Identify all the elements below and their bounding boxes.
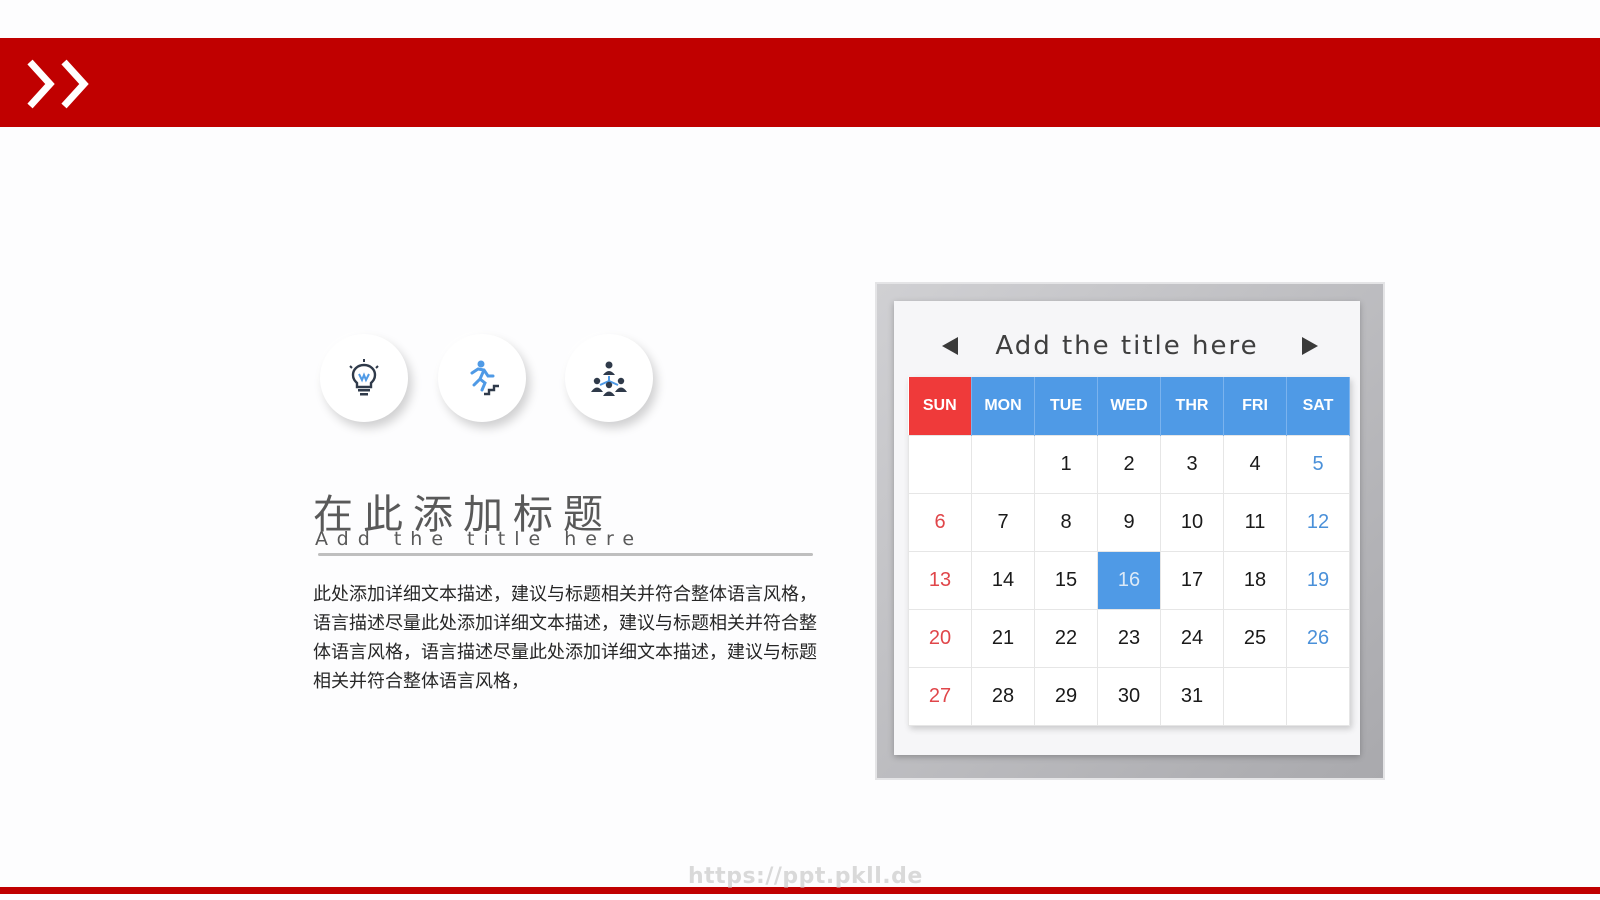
weekday-header: TUE xyxy=(1034,377,1098,435)
calendar-week-row: 13 14 15 16 17 18 19 xyxy=(908,550,1350,610)
calendar-day-cell[interactable]: 28 xyxy=(971,666,1035,726)
calendar-body: 1 2 3 4 5 6 7 8 9 10 11 12 13 14 15 16 17 18 19 20 21 22 23 24 2… xyxy=(908,434,1350,726)
calendar-day-cell[interactable]: 3 xyxy=(1160,434,1224,494)
weekday-header: MON xyxy=(971,377,1035,435)
double-chevron-right-icon xyxy=(27,59,89,109)
calendar-day-cell[interactable]: 23 xyxy=(1097,608,1161,668)
section-body: 此处添加详细文本描述，建议与标题相关并符合整体语言风格，语言描述尽量此处添加详细… xyxy=(313,584,817,692)
lightbulb-icon xyxy=(349,359,379,396)
calendar-day-cell[interactable]: 1 xyxy=(1034,434,1098,494)
climbing-stairs-icon-circle xyxy=(438,334,526,422)
calendar-week-row: 6 7 8 9 10 11 12 xyxy=(908,492,1350,552)
calendar-day-cell[interactable]: 2 xyxy=(1097,434,1161,494)
calendar-day-cell[interactable]: 17 xyxy=(1160,550,1224,610)
divider xyxy=(318,553,813,556)
calendar-day-cell[interactable]: 24 xyxy=(1160,608,1224,668)
calendar-week-row: 20 21 22 23 24 25 26 xyxy=(908,608,1350,668)
calendar-day-cell[interactable]: 20 xyxy=(908,608,972,668)
triangle-left-icon[interactable] xyxy=(938,334,962,358)
section-subtitle: Add the title here xyxy=(315,528,644,550)
calendar-day-cell[interactable]: 21 xyxy=(971,608,1035,668)
calendar-day-cell[interactable]: 9 xyxy=(1097,492,1161,552)
calendar-day-cell[interactable]: 8 xyxy=(1034,492,1098,552)
calendar-day-cell[interactable]: 31 xyxy=(1160,666,1224,726)
weekday-header: FRI xyxy=(1223,377,1287,435)
calendar-day-cell[interactable]: 7 xyxy=(971,492,1035,552)
lightbulb-icon-circle xyxy=(320,334,408,422)
weekday-header: SAT xyxy=(1286,377,1350,435)
header-bar xyxy=(0,38,1600,127)
weekday-header: SUN xyxy=(908,377,972,435)
calendar-title: Add the title here xyxy=(995,331,1259,361)
calendar-day-cell[interactable]: 12 xyxy=(1286,492,1350,552)
calendar-day-cell[interactable]: 27 xyxy=(908,666,972,726)
calendar-day-cell[interactable]: 26 xyxy=(1286,608,1350,668)
calendar-day-cell[interactable]: 4 xyxy=(1223,434,1287,494)
team-hierarchy-icon-circle xyxy=(565,334,653,422)
calendar-panel: Add the title here SUN MON TUE WED THR FRI SAT… xyxy=(894,301,1360,755)
calendar-day-cell[interactable]: 16 xyxy=(1097,550,1161,610)
calendar-week-row: 12345 xyxy=(908,434,1350,494)
calendar-day-cell[interactable]: 10 xyxy=(1160,492,1224,552)
calendar-day-cell[interactable]: 13 xyxy=(908,550,972,610)
calendar-grid: SUN MON TUE WED THR FRI SAT 1 2 3 4 5 6 7 8 9 10 11 12 13 1… xyxy=(908,377,1350,726)
calendar-day-cell[interactable] xyxy=(971,434,1035,494)
calendar-day-cell[interactable] xyxy=(908,434,972,494)
triangle-right-icon[interactable] xyxy=(1298,334,1322,358)
calendar-day-cell[interactable]: 19 xyxy=(1286,550,1350,610)
calendar-day-cell[interactable]: 11 xyxy=(1223,492,1287,552)
slide: 在此添加标题 Add the title here 此处添加详细文本描述，建议与… xyxy=(0,0,1600,900)
calendar-day-cell[interactable] xyxy=(1223,666,1287,726)
calendar-day-cell[interactable]: 15 xyxy=(1034,550,1098,610)
watermark: https://ppt.pkll.de xyxy=(688,864,923,889)
calendar-day-cell[interactable]: 25 xyxy=(1223,608,1287,668)
weekday-row: SUN MON TUE WED THR FRI SAT xyxy=(908,377,1350,435)
calendar-day-cell[interactable]: 6 xyxy=(908,492,972,552)
calendar-day-cell[interactable]: 14 xyxy=(971,550,1035,610)
calendar-day-cell[interactable]: 30 xyxy=(1097,666,1161,726)
calendar-day-cell[interactable]: 29 xyxy=(1034,666,1098,726)
calendar-day-cell[interactable]: 22 xyxy=(1034,608,1098,668)
weekday-header: THR xyxy=(1160,377,1224,435)
weekday-header: WED xyxy=(1097,377,1161,435)
team-hierarchy-icon xyxy=(591,361,627,396)
calendar-header: Add the title here xyxy=(894,301,1360,389)
calendar-week-row: 27 28 29 30 31 xyxy=(908,666,1350,726)
calendar-day-cell[interactable]: 5 xyxy=(1286,434,1350,494)
calendar-frame: Add the title here SUN MON TUE WED THR FRI SAT… xyxy=(877,284,1383,778)
calendar-day-cell[interactable] xyxy=(1286,666,1350,726)
climbing-stairs-icon xyxy=(470,360,499,396)
calendar-day-cell[interactable]: 18 xyxy=(1223,550,1287,610)
